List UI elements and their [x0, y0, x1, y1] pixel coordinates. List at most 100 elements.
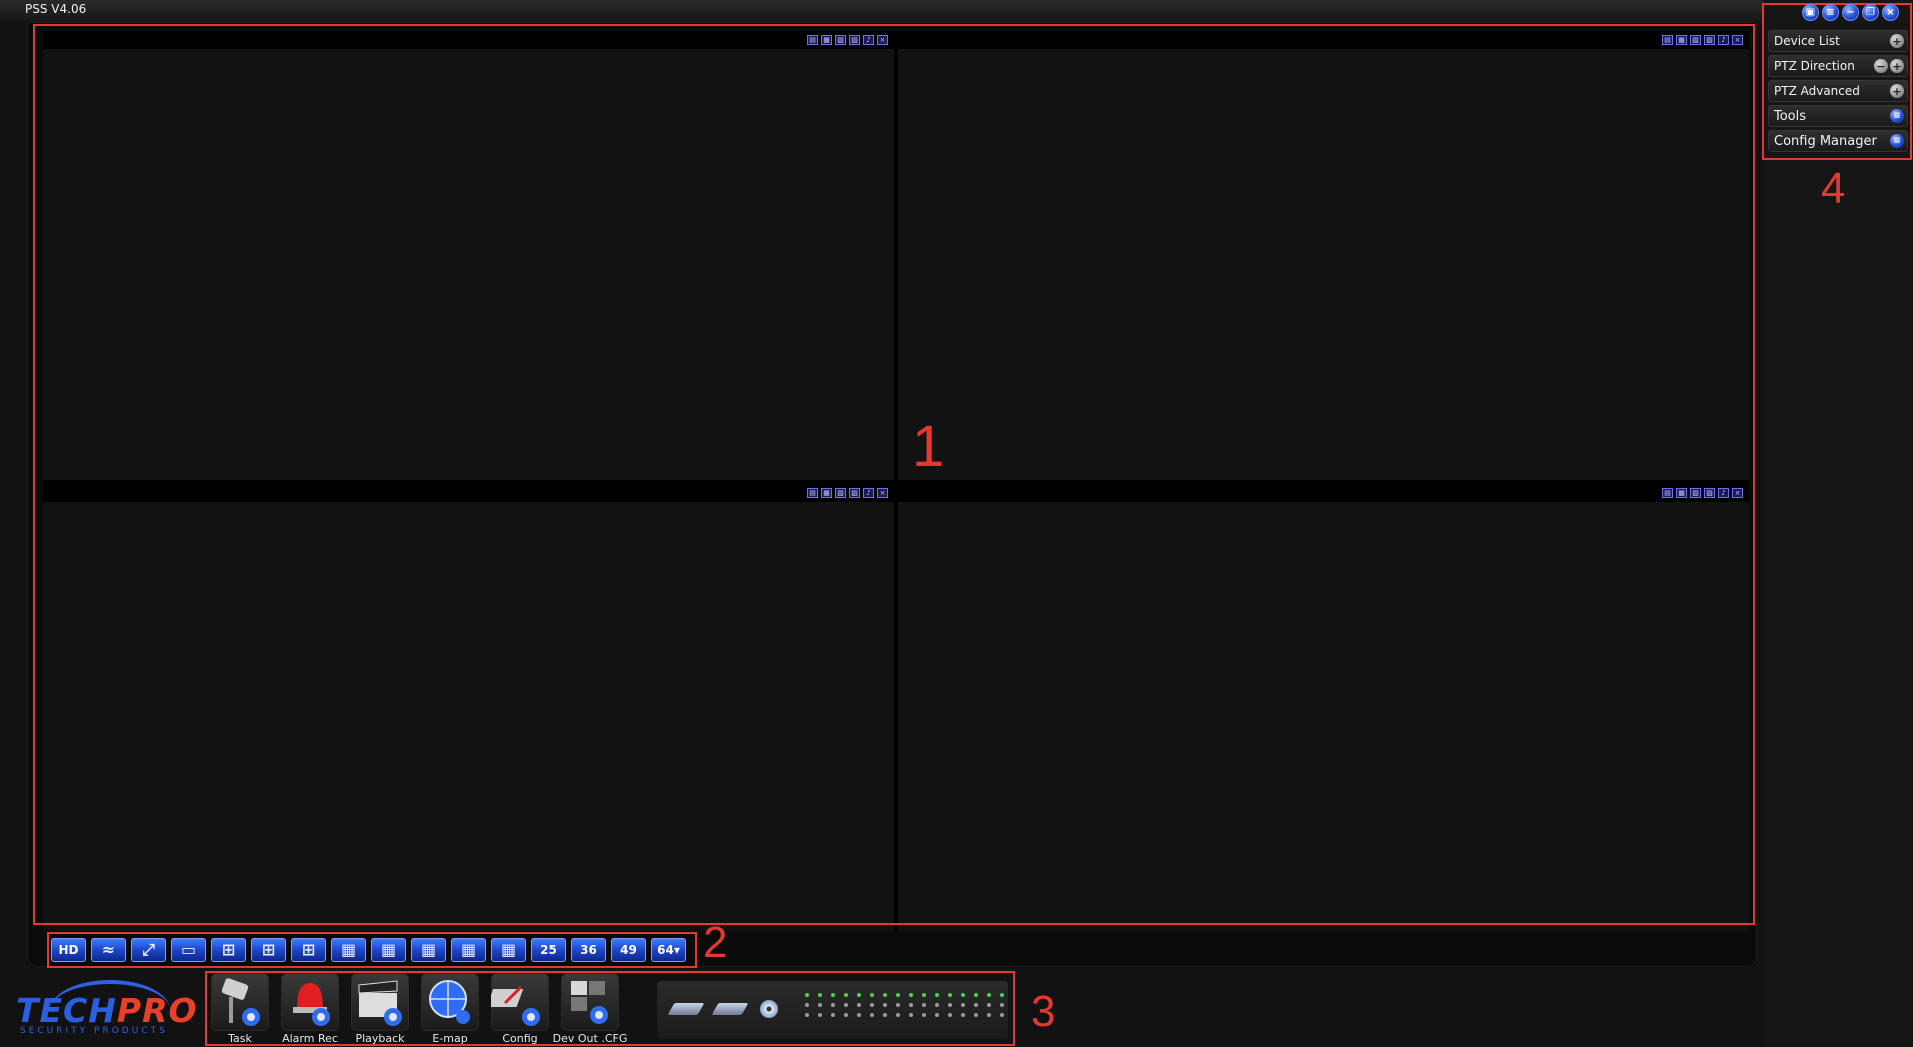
audio-icon[interactable]: ♪ — [1718, 488, 1729, 498]
task-button[interactable]: Task — [210, 973, 270, 1047]
channel-status-dot — [909, 1013, 913, 1017]
channel-status-dot — [922, 1003, 926, 1007]
menu-list-icon[interactable]: ≡ — [1890, 134, 1904, 148]
menu-tools[interactable]: Tools ≡ — [1768, 105, 1908, 127]
emap-button[interactable]: E-map — [420, 973, 480, 1047]
snapshot-icon[interactable]: ▤ — [1662, 35, 1673, 45]
channel-status-dot — [805, 1003, 809, 1007]
video-display[interactable] — [43, 49, 894, 480]
audio-icon[interactable]: ♪ — [863, 488, 874, 498]
menu-list-icon[interactable]: ≡ — [1890, 109, 1904, 123]
channel-status-dot — [1000, 993, 1004, 997]
channel-status-dot — [1000, 1003, 1004, 1007]
video-display[interactable] — [898, 49, 1749, 480]
channel-status-dot — [844, 1003, 848, 1007]
channel-status-dot — [883, 1013, 887, 1017]
snapshot-icon[interactable]: ▤ — [807, 35, 818, 45]
menu-device-list[interactable]: Device List + — [1768, 30, 1908, 52]
channel-status-dot — [896, 1003, 900, 1007]
close-icon[interactable]: × — [1732, 488, 1743, 498]
channel-status-dot — [818, 1003, 822, 1007]
expand-plus-icon[interactable]: + — [1890, 34, 1904, 48]
menu-ptz-direction[interactable]: PTZ Direction − + — [1768, 55, 1908, 77]
menu-ptz-advanced[interactable]: PTZ Advanced + — [1768, 80, 1908, 102]
right-panel — [1764, 0, 1913, 1047]
globe-icon — [421, 973, 479, 1031]
techpro-logo: TECHPRO SECURITY PRODUCTS — [16, 980, 197, 1040]
layout-9-button[interactable]: ▦ — [331, 938, 366, 962]
snapshot-icon[interactable]: ▤ — [1662, 488, 1673, 498]
color-adjust-icon[interactable]: ▨ — [849, 35, 860, 45]
function-label: E-map — [432, 1032, 468, 1045]
audio-icon[interactable]: ♪ — [863, 35, 874, 45]
zoom-icon[interactable]: ▧ — [1690, 35, 1701, 45]
channel-status-dot — [909, 993, 913, 997]
camera-eye-icon — [211, 973, 269, 1031]
channel-status-dot — [974, 993, 978, 997]
minimize-icon[interactable]: − — [1842, 4, 1859, 21]
layout-36-button[interactable]: 36 — [571, 938, 606, 962]
video-display[interactable] — [898, 502, 1749, 931]
side-menu: Device List + PTZ Direction − + PTZ Advanced +… — [1768, 30, 1908, 155]
lock-icon[interactable]: ▣ — [1802, 4, 1819, 21]
fullscreen-button[interactable]: ⤢ — [131, 938, 166, 962]
layout-grid-icon: ▦ — [500, 940, 517, 959]
close-icon[interactable]: × — [1732, 35, 1743, 45]
video-window-3[interactable]: ▤ ▦ ▧ ▨ ♪ × — [43, 484, 894, 931]
playback-button[interactable]: Playback — [350, 973, 410, 1047]
video-window-2[interactable]: ▤ ▦ ▧ ▨ ♪ × — [898, 31, 1749, 480]
alarm-rec-button[interactable]: Alarm Rec — [280, 973, 340, 1047]
channel-status-dot — [922, 1013, 926, 1017]
record-icon[interactable]: ▦ — [1676, 35, 1687, 45]
video-window-4[interactable]: ▤ ▦ ▧ ▨ ♪ × — [898, 484, 1749, 931]
cd-icon — [760, 1000, 778, 1018]
layout-13-button[interactable]: ▦ — [371, 938, 406, 962]
channel-status-dot — [935, 993, 939, 997]
expand-plus-icon[interactable]: + — [1890, 84, 1904, 98]
hd-button[interactable]: HD — [51, 938, 86, 962]
video-window-1[interactable]: ▤ ▦ ▧ ▨ ♪ × — [43, 31, 894, 480]
color-adjust-icon[interactable]: ▨ — [849, 488, 860, 498]
record-icon[interactable]: ▦ — [821, 35, 832, 45]
expand-plus-icon[interactable]: + — [1890, 59, 1904, 73]
layout-1-button[interactable]: ▭ — [171, 938, 206, 962]
channel-status-dot — [987, 1003, 991, 1007]
layout-6-icon: ⊞ — [261, 940, 276, 959]
layout-49-button[interactable]: 49 — [611, 938, 646, 962]
zoom-icon[interactable]: ▧ — [835, 35, 846, 45]
layout-4-button[interactable]: ⊞ — [211, 938, 246, 962]
window-controls: ▣ ≡ − ❐ × — [1802, 4, 1899, 21]
dev-out-cfg-button[interactable]: Dev Out .CFG — [553, 973, 627, 1047]
fluency-button[interactable]: ≈ — [91, 938, 126, 962]
layout-16-button[interactable]: ▦ — [411, 938, 446, 962]
layout-6-button[interactable]: ⊞ — [251, 938, 286, 962]
close-icon[interactable]: × — [877, 488, 888, 498]
channel-status-dot — [922, 993, 926, 997]
audio-icon[interactable]: ♪ — [1718, 35, 1729, 45]
layout-25-button[interactable]: 25 — [531, 938, 566, 962]
menu-config-manager[interactable]: Config Manager ≡ — [1768, 130, 1908, 152]
layout-20-button[interactable]: ▦ — [451, 938, 486, 962]
video-window-toolbar: ▤ ▦ ▧ ▨ ♪ × — [807, 35, 888, 47]
color-adjust-icon[interactable]: ▨ — [1704, 35, 1715, 45]
menu-label: PTZ Direction — [1774, 59, 1855, 73]
collapse-minus-icon[interactable]: − — [1874, 59, 1888, 73]
video-display[interactable] — [43, 502, 894, 931]
zoom-icon[interactable]: ▧ — [835, 488, 846, 498]
snapshot-icon[interactable]: ▤ — [807, 488, 818, 498]
layout-20b-button[interactable]: ▦ — [491, 938, 526, 962]
network-disk-icon — [711, 1003, 749, 1015]
status-panel — [657, 981, 1008, 1039]
record-icon[interactable]: ▦ — [821, 488, 832, 498]
restore-icon[interactable]: ❐ — [1862, 4, 1879, 21]
layout-8-button[interactable]: ⊞ — [291, 938, 326, 962]
record-icon[interactable]: ▦ — [1676, 488, 1687, 498]
list-icon[interactable]: ≡ — [1822, 4, 1839, 21]
close-icon[interactable]: × — [877, 35, 888, 45]
config-button[interactable]: Config — [486, 973, 550, 1047]
layout-64-button[interactable]: 64▾ — [651, 938, 686, 962]
color-adjust-icon[interactable]: ▨ — [1704, 488, 1715, 498]
close-icon[interactable]: × — [1882, 4, 1899, 21]
layout-toolbar: HD ≈ ⤢ ▭ ⊞ ⊞ ⊞ ▦ ▦ ▦ ▦ ▦ 25 36 49 64▾ — [51, 938, 686, 962]
zoom-icon[interactable]: ▧ — [1690, 488, 1701, 498]
